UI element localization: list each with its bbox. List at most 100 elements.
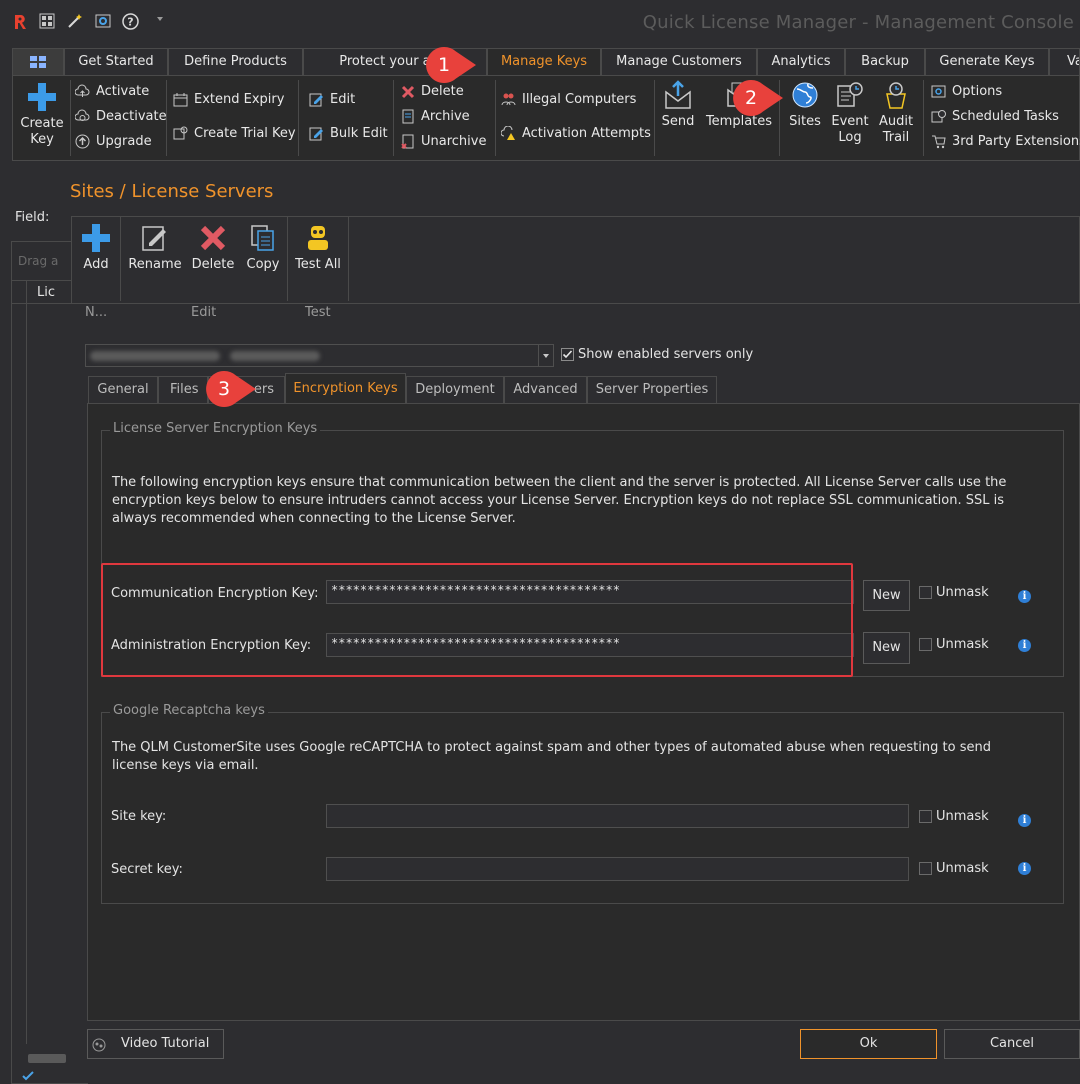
info-icon[interactable]: i	[1018, 814, 1031, 827]
edit-icon	[309, 93, 323, 107]
options-button[interactable]: Options	[931, 84, 1002, 99]
callout-3: 3	[205, 370, 257, 408]
subtab-files[interactable]: Files	[158, 376, 208, 403]
comm-key-new-button[interactable]: New	[863, 580, 910, 611]
admin-key-new-button[interactable]: New	[863, 632, 910, 664]
bulk-edit-button[interactable]: Bulk Edit	[309, 126, 388, 141]
server-select[interactable]	[85, 344, 554, 367]
grid-icon[interactable]	[39, 13, 57, 31]
test-all-button[interactable]: Test All	[292, 223, 344, 273]
tab-file-menu[interactable]	[12, 48, 64, 75]
delete-x-icon	[200, 225, 226, 251]
info-icon[interactable]: i	[1018, 862, 1031, 875]
deactivate-label: Deactivate	[96, 109, 167, 124]
unarchive-button[interactable]: Unarchive	[401, 134, 486, 149]
settings-window-icon[interactable]	[95, 13, 113, 31]
edit-button[interactable]: Edit	[309, 92, 355, 107]
checkmark-icon	[562, 350, 573, 359]
group-label-edit: Edit	[191, 305, 217, 320]
tab-analytics[interactable]: Analytics	[757, 48, 845, 75]
create-key-button[interactable]: Create Key	[19, 82, 65, 148]
event-log-icon	[837, 82, 863, 107]
subtab-advanced[interactable]: Advanced	[504, 376, 587, 403]
site-key-input[interactable]	[326, 804, 909, 828]
horizontal-scrollbar[interactable]	[28, 1054, 66, 1063]
info-icon[interactable]: i	[1018, 590, 1031, 603]
audit-trail-button[interactable]: Audit Trail	[875, 80, 917, 146]
archive-label: Archive	[421, 109, 470, 124]
column-header-license[interactable]: Lic	[37, 285, 55, 300]
scheduled-tasks-button[interactable]: Scheduled Tasks	[931, 109, 1059, 124]
upgrade-button[interactable]: Upgrade	[75, 134, 152, 149]
admin-key-unmask-checkbox[interactable]	[919, 638, 932, 651]
info-icon[interactable]: i	[1018, 639, 1031, 652]
tab-get-started[interactable]: Get Started	[64, 48, 168, 75]
help-icon[interactable]: ?	[122, 13, 140, 31]
comm-key-unmask-label: Unmask	[936, 585, 989, 600]
tab-va[interactable]: Va	[1049, 48, 1080, 75]
extend-expiry-button[interactable]: Extend Expiry	[173, 92, 284, 107]
dialog-title: Sites / License Servers	[70, 181, 274, 202]
bulk-edit-label: Bulk Edit	[330, 126, 388, 141]
magic-wand-icon[interactable]	[67, 13, 85, 31]
add-site-button[interactable]: Add	[78, 223, 114, 273]
rename-pencil-icon	[142, 226, 166, 251]
delete-site-label: Delete	[191, 257, 235, 272]
dialog-toolbar: Add Rename Delete Copy Test All	[71, 216, 1080, 304]
encryption-group-title: License Server Encryption Keys	[110, 421, 321, 436]
secret-key-unmask-checkbox[interactable]	[919, 862, 932, 875]
delete-key-label: Delete	[421, 84, 464, 99]
sites-button[interactable]: Sites	[785, 80, 825, 130]
plus-icon	[82, 224, 110, 252]
activation-attempts-button[interactable]: Activation Attempts	[501, 126, 651, 141]
tab-generate-keys[interactable]: Generate Keys	[925, 48, 1049, 75]
subtab-general[interactable]: General	[88, 376, 158, 403]
secret-key-unmask-label: Unmask	[936, 861, 989, 876]
create-trial-key-button[interactable]: Create Trial Key	[173, 126, 296, 141]
illegal-computers-label: Illegal Computers	[522, 92, 637, 107]
upgrade-label: Upgrade	[96, 134, 152, 149]
rename-label: Rename	[128, 257, 182, 272]
tab-manage-keys[interactable]: Manage Keys	[487, 48, 601, 75]
cloud-upload-icon	[75, 84, 90, 97]
server-name-blurred	[90, 351, 220, 361]
illegal-computers-button[interactable]: Illegal Computers	[501, 92, 636, 107]
rename-site-button[interactable]: Rename	[127, 223, 183, 273]
calendar-icon	[173, 93, 188, 107]
third-party-extensions-button[interactable]: 3rd Party Extensions	[931, 134, 1080, 149]
copy-site-button[interactable]: Copy	[242, 223, 284, 273]
subtab-server-properties[interactable]: Server Properties	[587, 376, 717, 403]
tab-backup[interactable]: Backup	[845, 48, 925, 75]
unarchive-icon	[401, 134, 414, 149]
site-key-label: Site key:	[111, 809, 167, 824]
field-label: Field:	[15, 210, 50, 225]
video-tutorial-button[interactable]: Video Tutorial	[87, 1029, 224, 1059]
archive-button[interactable]: Archive	[401, 109, 470, 124]
send-button[interactable]: Send	[659, 80, 697, 130]
ok-button[interactable]: Ok	[800, 1029, 937, 1059]
quick-access-dropdown-icon[interactable]	[155, 14, 173, 32]
cancel-button[interactable]: Cancel	[944, 1029, 1080, 1059]
event-log-button[interactable]: Event Log	[828, 80, 872, 146]
encryption-description: The following encryption keys ensure tha…	[112, 475, 1007, 526]
delete-key-button[interactable]: Delete	[401, 84, 464, 99]
create-key-label: Create Key	[20, 116, 64, 147]
recaptcha-group-title: Google Recaptcha keys	[110, 703, 268, 718]
server-select-dropdown[interactable]	[538, 344, 554, 367]
audit-trail-icon	[886, 82, 906, 109]
activate-button[interactable]: Activate	[75, 84, 149, 99]
comm-key-unmask-checkbox[interactable]	[919, 586, 932, 599]
deactivate-button[interactable]: Deactivate	[75, 109, 167, 124]
subtab-encryption-keys[interactable]: Encryption Keys	[285, 373, 406, 404]
delete-x-icon	[401, 85, 415, 98]
subtab-deployment[interactable]: Deployment	[406, 376, 504, 403]
tab-manage-customers[interactable]: Manage Customers	[601, 48, 757, 75]
secret-key-input[interactable]	[326, 857, 909, 881]
checkmark-icon	[22, 1071, 34, 1081]
site-key-unmask-checkbox[interactable]	[919, 810, 932, 823]
delete-site-button[interactable]: Delete	[189, 223, 237, 273]
warning-cloud-icon	[501, 126, 515, 140]
tab-define-products[interactable]: Define Products	[168, 48, 303, 75]
show-enabled-checkbox[interactable]	[561, 348, 574, 361]
app-logo-icon[interactable]	[12, 13, 30, 31]
